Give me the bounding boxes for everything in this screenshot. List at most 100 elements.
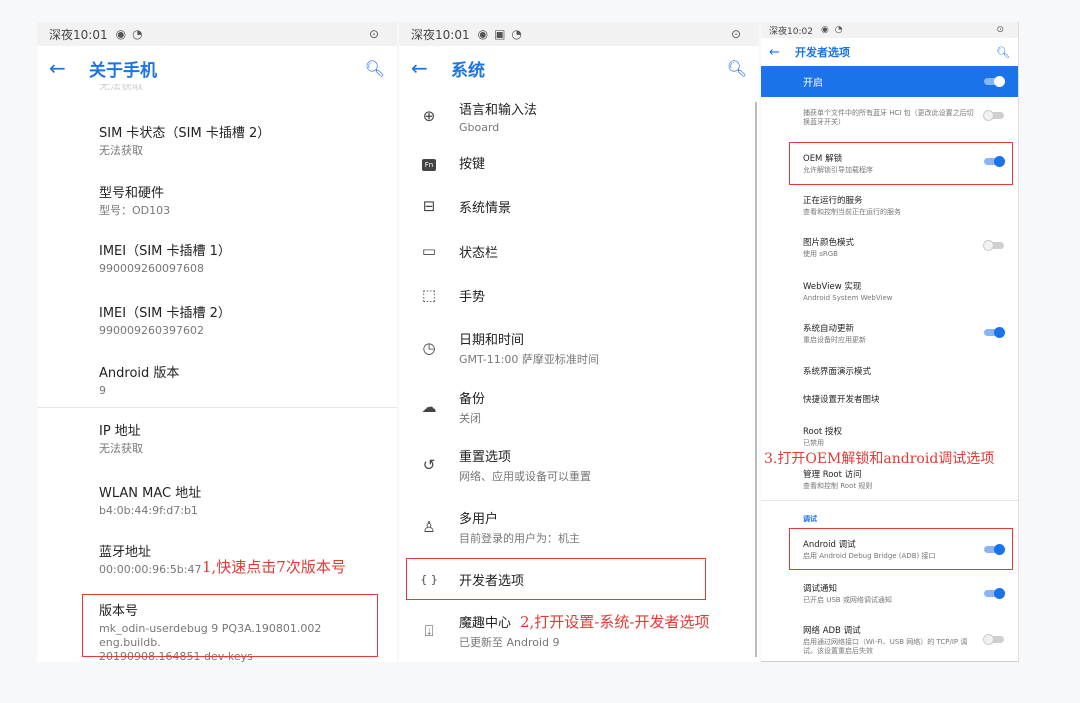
debug-notification-toggle[interactable]: [984, 588, 1005, 599]
list-item-network-adb[interactable]: 网络 ADB 调试 启用通过网络接口（Wi-Fi、USB 网络）的 TCP/IP…: [803, 624, 978, 656]
item-subtitle: 已禁用: [803, 439, 824, 447]
network-adb-toggle[interactable]: [983, 634, 1004, 645]
highlight-developer-options: [406, 558, 706, 600]
search-icon[interactable]: 🔍︎: [727, 59, 747, 78]
item-title: 语言和输入法: [459, 102, 538, 118]
item-title: 正在运行的服务: [803, 196, 863, 206]
bluetooth-hci-toggle[interactable]: [983, 110, 1004, 121]
item-subtitle: 使用 sRGB: [803, 250, 838, 258]
list-item-wlan-mac[interactable]: WLAN MAC 地址 b4:0b:44:9f:d7:b1: [99, 482, 387, 518]
auto-update-toggle[interactable]: [984, 327, 1005, 338]
item-subtitle: 查看和控制 Root 规则: [803, 482, 873, 490]
list-item-manage-root[interactable]: 管理 Root 访问 查看和控制 Root 规则: [803, 468, 978, 491]
item-title: 手势: [459, 289, 486, 305]
wifi-icon: ◔: [511, 27, 522, 41]
list-item-picture-color-mode[interactable]: 图片颜色模式 使用 sRGB: [803, 236, 978, 259]
item-subtitle: 网络、应用或设备可以重置: [459, 470, 591, 483]
list-item-system-scenario[interactable]: ⊟ 系统情景: [399, 184, 759, 228]
list-item-gestures[interactable]: ⬚ 手势: [399, 273, 759, 317]
item-subtitle: 查看和控制当前正在运行的服务: [803, 208, 901, 216]
status-bar: 深夜10:02 ◉ ◔ ⊙: [761, 22, 1018, 38]
user-icon: ♙: [422, 518, 436, 536]
item-title: 管理 Root 访问: [803, 470, 862, 480]
list-item-running-services[interactable]: 正在运行的服务 查看和控制当前正在运行的服务: [803, 194, 978, 217]
item-subtitle: 已更新至 Android 9: [459, 636, 560, 649]
item-title: 日期和时间: [459, 333, 525, 348]
list-item-language-input[interactable]: ⊕ 语言和输入法 Gboard: [399, 94, 759, 138]
scrollbar[interactable]: [755, 102, 757, 657]
list-item-multi-user[interactable]: ♙ 多用户 目前登录的用户为：机主: [399, 502, 759, 552]
list-item-ip-address[interactable]: IP 地址 无法获取: [99, 420, 387, 456]
back-arrow-icon[interactable]: ←: [769, 45, 795, 60]
status-time: 深夜10:01: [49, 27, 108, 42]
page-title: 系统: [451, 60, 485, 81]
item-title: 多用户: [459, 512, 499, 527]
status-bar-icon: ▭: [421, 242, 437, 260]
gesture-icon: ⬚: [421, 286, 437, 304]
developer-options-master-switch[interactable]: 开启: [761, 66, 1018, 97]
app-bar: ← 系统 🔍︎: [399, 46, 759, 90]
item-subtitle: 990009260097608: [99, 262, 204, 275]
item-title: IMEI（SIM 卡插槽 2）: [99, 306, 231, 321]
battery-icon: ⊙: [368, 27, 379, 41]
list-item-date-time[interactable]: ◷ 日期和时间 GMT-11:00 萨摩亚标准时间: [399, 323, 759, 373]
status-time: 深夜10:01: [411, 27, 470, 42]
list-item-android-version[interactable]: Android 版本 9: [99, 362, 387, 398]
list-item-quick-tiles[interactable]: 快捷设置开发者图块: [803, 393, 978, 405]
scrolled-partial-item: 无法获取: [99, 84, 143, 92]
back-arrow-icon[interactable]: ←: [49, 56, 89, 80]
list-item-bluetooth-hci-partial[interactable]: 捕获单个文件中的所有蓝牙 HCI 包（更改此设置之后切换蓝牙开关）: [803, 107, 978, 127]
item-title: 图片颜色模式: [803, 238, 855, 248]
clock-icon: ◷: [422, 339, 436, 357]
search-icon[interactable]: 🔍︎: [996, 46, 1010, 59]
list-item-imei-1[interactable]: IMEI（SIM 卡插槽 1） 990009260097608: [99, 240, 387, 276]
item-subtitle: 无法获取: [99, 442, 143, 455]
list-item-model[interactable]: 型号和硬件 型号：OD103: [99, 182, 387, 218]
list-item-auto-update[interactable]: 系统自动更新 重启设备时应用更新: [803, 322, 978, 345]
item-subtitle: GMT-11:00 萨摩亚标准时间: [459, 353, 599, 366]
list-item-root-access[interactable]: Root 授权 已禁用: [803, 425, 978, 448]
master-toggle[interactable]: [984, 76, 1005, 87]
item-title: 型号和硬件: [99, 186, 165, 201]
list-item-demo-mode[interactable]: 系统界面演示模式: [803, 365, 978, 377]
divider: [761, 500, 1018, 501]
list-item-reset-options[interactable]: ↺ 重置选项 网络、应用或设备可以重置: [399, 440, 759, 490]
item-subtitle: 已开启 USB 或网络调试通知: [803, 596, 892, 604]
item-subtitle: b4:0b:44:9f:d7:b1: [99, 504, 198, 517]
highlight-android-debugging: [789, 528, 1013, 570]
divider: [37, 407, 397, 408]
list-item-webview[interactable]: WebView 实现 Android System WebView: [803, 280, 978, 303]
item-title: Android 版本: [99, 366, 180, 381]
highlight-oem-unlock: [789, 142, 1013, 185]
list-item-keys[interactable]: Fn 按键: [399, 140, 759, 184]
item-subtitle: Android System WebView: [803, 294, 893, 302]
page-title: 关于手机: [89, 60, 157, 81]
app-bar: ← 开发者选项 🔍︎: [761, 38, 1018, 66]
image-icon: ▣: [494, 27, 506, 41]
item-subtitle: 9: [99, 384, 106, 397]
item-subtitle: 无法获取: [99, 144, 143, 157]
notification-icon: ◉: [477, 27, 489, 41]
list-item-status-bar[interactable]: ▭ 状态栏: [399, 229, 759, 273]
item-title: 网络 ADB 调试: [803, 626, 861, 636]
wifi-icon: ◔: [834, 25, 843, 35]
item-title: 系统情景: [459, 200, 512, 216]
color-mode-toggle[interactable]: [983, 240, 1004, 251]
item-title: IMEI（SIM 卡插槽 1）: [99, 244, 231, 259]
notification-icon: ◉: [820, 25, 829, 35]
item-title: WebView 实现: [803, 282, 862, 292]
list-item-imei-2[interactable]: IMEI（SIM 卡插槽 2） 990009260397602: [99, 302, 387, 338]
item-title: 备份: [459, 392, 486, 407]
back-arrow-icon[interactable]: ←: [411, 56, 451, 80]
item-subtitle: Gboard: [459, 120, 500, 134]
list-item-debug-notification[interactable]: 调试通知 已开启 USB 或网络调试通知: [803, 582, 978, 605]
backup-icon: ☁: [421, 398, 437, 416]
item-title: Root 授权: [803, 427, 842, 437]
master-switch-label: 开启: [803, 78, 823, 89]
list-item-backup[interactable]: ☁ 备份 关闭: [399, 382, 759, 432]
item-title: 重置选项: [459, 450, 512, 465]
system-info-icon: ⊟: [422, 197, 436, 215]
list-item-sim-status[interactable]: SIM 卡状态（SIM 卡插槽 2） 无法获取: [99, 122, 387, 158]
wifi-icon: ◔: [132, 27, 143, 41]
search-icon[interactable]: 🔍︎: [365, 59, 385, 78]
